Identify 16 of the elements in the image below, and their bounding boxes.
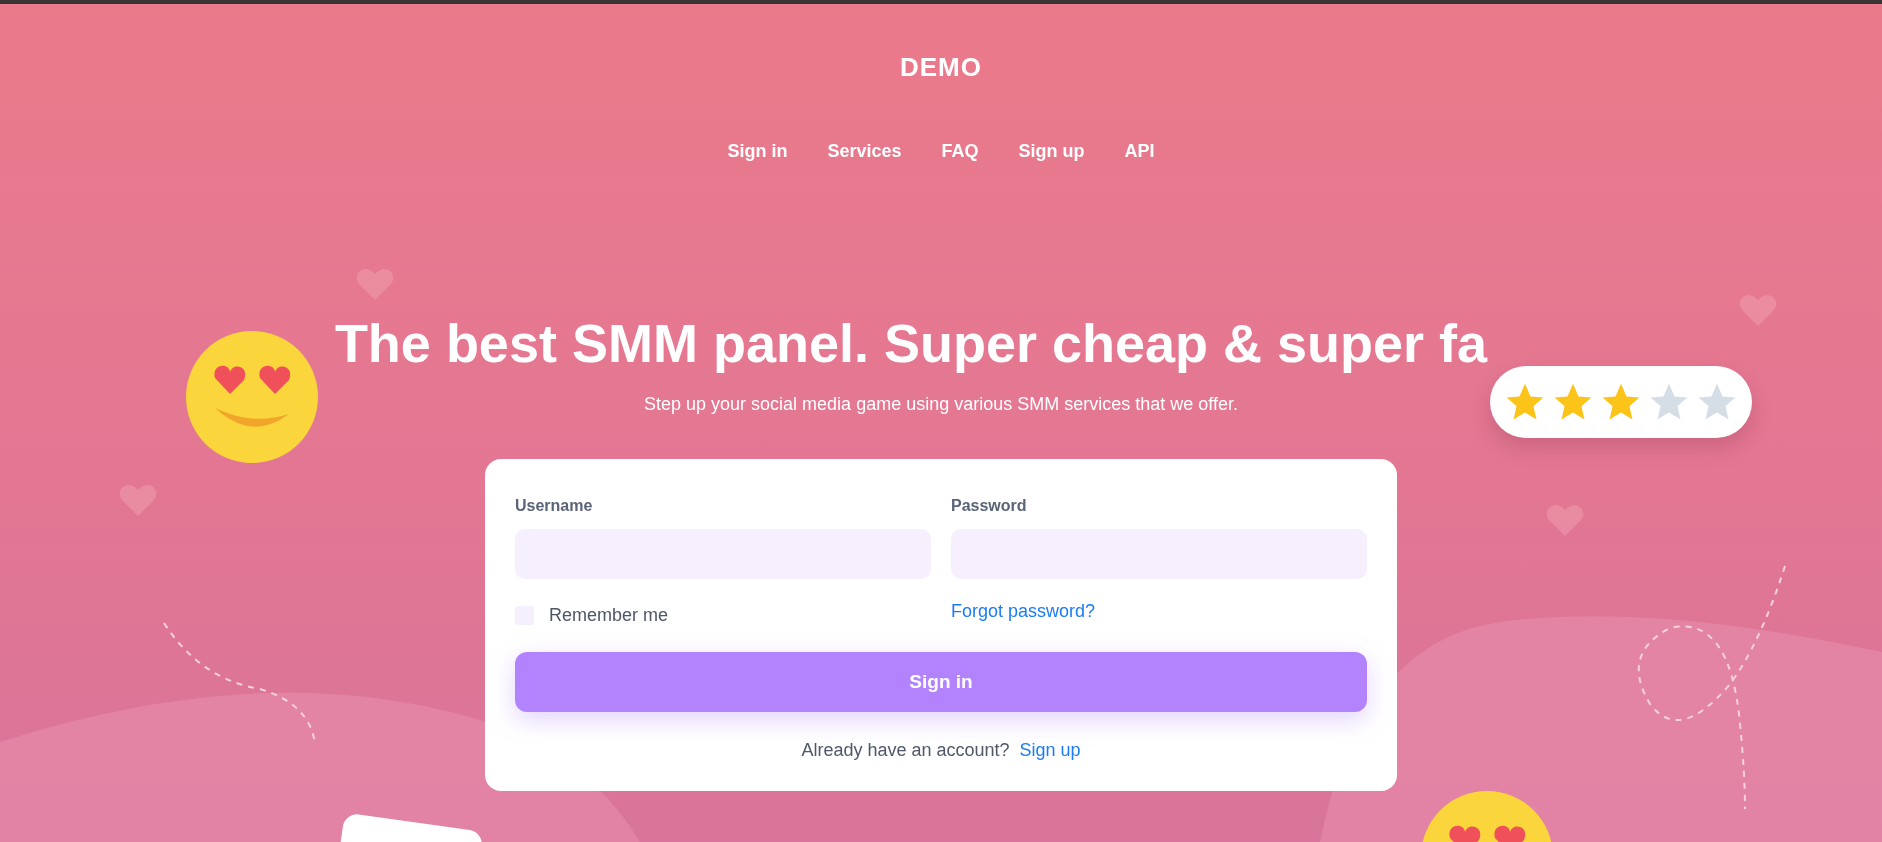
nav-link[interactable]: Services	[827, 141, 902, 162]
brand-logo[interactable]: DEMO	[900, 52, 982, 83]
nav-link[interactable]: API	[1124, 141, 1155, 162]
forgot-password-link[interactable]: Forgot password?	[951, 601, 1096, 622]
signup-prompt: Already have an account?	[801, 740, 1010, 761]
nav-link[interactable]: Sign up	[1018, 141, 1085, 162]
hero-title: The best SMM panel. Super cheap & super fa	[334, 312, 1488, 374]
hero-subtitle: Step up your social media game using various SMM services that we offer.	[644, 394, 1238, 415]
heart-eyes-emoji-icon	[185, 330, 319, 464]
sign-in-button[interactable]: Sign in	[515, 652, 1367, 712]
field-label: Password	[951, 497, 1028, 515]
field-label: Username	[515, 497, 594, 515]
sign-up-link[interactable]: Sign up	[1019, 740, 1081, 761]
checkbox-label: Remember me	[549, 605, 669, 626]
nav-link[interactable]: FAQ	[941, 141, 979, 162]
nav-link[interactable]: Sign in	[727, 141, 788, 162]
